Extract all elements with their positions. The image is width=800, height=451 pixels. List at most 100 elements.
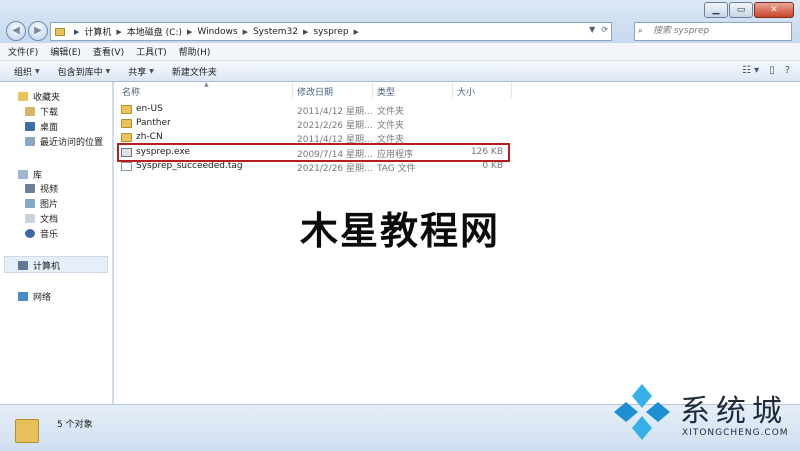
chevron-right-icon[interactable]: ▶ xyxy=(303,28,308,36)
include-in-library-button[interactable]: 包含到库中 ▼ xyxy=(58,65,111,78)
column-divider[interactable] xyxy=(372,82,373,98)
nav-desktop[interactable]: 桌面 xyxy=(25,120,58,133)
file-date: 2021/2/26 星期... xyxy=(297,121,373,131)
nav-desktop-label: 桌面 xyxy=(40,123,59,133)
close-button[interactable]: ✕ xyxy=(754,2,794,18)
star-icon xyxy=(18,92,28,101)
minimize-button[interactable]: ▁ xyxy=(704,2,728,18)
library-icon xyxy=(18,170,28,179)
breadcrumb-computer[interactable]: 计算机 xyxy=(84,25,111,38)
title-bar: ▁ ▭ ✕ ◀ ▶ ▼ ▶ 计算机 ▶ 本地磁盘 (C:) ▶ Windows … xyxy=(0,0,800,43)
address-dropdown-icon[interactable]: ▼ xyxy=(589,25,595,34)
organize-label: 组织 xyxy=(14,67,33,78)
include-library-label: 包含到库中 xyxy=(57,67,103,78)
preview-pane-icon[interactable]: ▯ xyxy=(769,65,775,76)
nav-recent-label: 最近访问的位置 xyxy=(40,138,104,148)
new-folder-button[interactable]: 新建文件夹 xyxy=(172,65,217,78)
share-button[interactable]: 共享 ▼ xyxy=(128,65,154,78)
brand-logo: 系统城 XITONGCHENG.COM xyxy=(610,376,800,451)
command-toolbar: 组织 ▼ 包含到库中 ▼ 共享 ▼ 新建文件夹 ☷ ▾ ▯ ? xyxy=(0,61,800,82)
network-icon xyxy=(18,292,28,301)
folder-icon xyxy=(121,119,132,128)
nav-buttons: ◀ ▶ ▼ xyxy=(6,21,56,41)
breadcrumb-windows[interactable]: Windows xyxy=(197,27,237,37)
nav-libraries[interactable]: 库 xyxy=(18,168,42,181)
downloads-folder-icon xyxy=(25,107,35,116)
chevron-right-icon[interactable]: ▶ xyxy=(74,28,79,36)
folder-icon xyxy=(121,105,132,114)
nav-network[interactable]: 网络 xyxy=(18,290,51,303)
share-label: 共享 xyxy=(128,67,147,78)
nav-computer-label: 计算机 xyxy=(33,262,61,272)
item-count: 5 个对象 xyxy=(57,420,93,430)
folder-icon xyxy=(55,27,65,36)
breadcrumb-sysprep[interactable]: sysprep xyxy=(313,27,348,37)
menu-tools[interactable]: 工具(T) xyxy=(136,45,167,58)
toolbar-right: ☷ ▾ ▯ ? xyxy=(742,65,790,76)
file-name: Panther xyxy=(136,118,171,128)
chevron-right-icon[interactable]: ▶ xyxy=(243,28,248,36)
sort-ascending-icon: ▲ xyxy=(204,81,209,88)
view-options-icon[interactable]: ☷ ▾ xyxy=(742,65,759,76)
menu-file[interactable]: 文件(F) xyxy=(8,45,38,58)
breadcrumb-local-disk[interactable]: 本地磁盘 (C:) xyxy=(127,25,182,38)
chevron-down-icon: ▼ xyxy=(149,67,154,75)
search-placeholder: 搜索 sysprep xyxy=(653,26,710,36)
nav-computer[interactable]: 计算机 xyxy=(18,259,60,272)
menu-help[interactable]: 帮助(H) xyxy=(179,45,211,58)
file-type: 文件夹 xyxy=(377,121,405,131)
menu-edit[interactable]: 编辑(E) xyxy=(50,45,81,58)
brand-name: 系统城 xyxy=(680,394,788,429)
file-row-sysprep-succeeded[interactable]: Sysprep_succeeded.tag 2021/2/26 星期... TA… xyxy=(118,160,514,174)
search-input[interactable]: ⌕ 搜索 sysprep xyxy=(634,22,792,41)
column-header-size[interactable]: 大小 xyxy=(457,85,475,98)
window-controls: ▁ ▭ ✕ xyxy=(703,2,794,18)
search-icon: ⌕ xyxy=(638,26,644,36)
column-header-date[interactable]: 修改日期 xyxy=(297,85,333,98)
refresh-icon[interactable]: ⟳ xyxy=(601,25,608,34)
back-button[interactable]: ◀ xyxy=(6,21,26,41)
column-header-type[interactable]: 类型 xyxy=(377,85,395,98)
chevron-right-icon[interactable]: ▶ xyxy=(354,28,359,36)
menu-view[interactable]: 查看(V) xyxy=(93,45,124,58)
breadcrumb-system32[interactable]: System32 xyxy=(253,27,298,37)
nav-recent-places[interactable]: 最近访问的位置 xyxy=(25,135,103,148)
chevron-right-icon[interactable]: ▶ xyxy=(116,28,121,36)
file-name: Sysprep_succeeded.tag xyxy=(136,161,243,171)
column-header-name[interactable]: 名称 xyxy=(122,85,140,98)
folder-icon xyxy=(121,133,132,142)
highlight-annotation xyxy=(117,143,510,162)
menu-bar: 文件(F) 编辑(E) 查看(V) 工具(T) 帮助(H) xyxy=(0,43,800,61)
file-size: 0 KB xyxy=(482,161,503,171)
file-type: TAG 文件 xyxy=(377,164,416,174)
file-type: 文件夹 xyxy=(377,107,405,117)
brand-site: XITONGCHENG.COM xyxy=(682,428,789,438)
file-name: en-US xyxy=(136,104,163,114)
file-name: zh-CN xyxy=(136,132,163,142)
watermark-text: 木星教程网 xyxy=(299,209,500,253)
nav-favorites[interactable]: 收藏夹 xyxy=(18,90,60,103)
chevron-down-icon: ▼ xyxy=(35,67,40,75)
forward-button[interactable]: ▶ xyxy=(28,21,48,41)
file-icon xyxy=(121,162,132,171)
chevron-right-icon[interactable]: ▶ xyxy=(187,28,192,36)
nav-favorites-label: 收藏夹 xyxy=(33,93,61,103)
column-divider[interactable] xyxy=(511,82,512,98)
folder-icon xyxy=(15,419,39,443)
desktop-icon xyxy=(25,122,35,131)
nav-videos[interactable]: 视频 xyxy=(25,182,58,195)
column-divider[interactable] xyxy=(452,82,453,98)
organize-button[interactable]: 组织 ▼ xyxy=(14,65,40,78)
recent-places-icon xyxy=(25,137,35,146)
address-bar[interactable]: ▶ 计算机 ▶ 本地磁盘 (C:) ▶ Windows ▶ System32 ▶… xyxy=(50,22,612,41)
address-actions: ▼ ⟳ xyxy=(589,25,608,34)
column-divider[interactable] xyxy=(292,82,293,98)
file-row-en-us[interactable]: en-US 2011/4/12 星期... 文件夹 xyxy=(118,103,514,117)
help-icon[interactable]: ? xyxy=(785,65,790,76)
file-date: 2011/4/12 星期... xyxy=(297,107,373,117)
file-row-panther[interactable]: Panther 2021/2/26 星期... 文件夹 xyxy=(118,117,514,131)
nav-downloads-label: 下载 xyxy=(40,108,59,118)
nav-network-label: 网络 xyxy=(33,293,52,303)
nav-downloads[interactable]: 下载 xyxy=(25,105,58,118)
maximize-button[interactable]: ▭ xyxy=(729,2,753,18)
